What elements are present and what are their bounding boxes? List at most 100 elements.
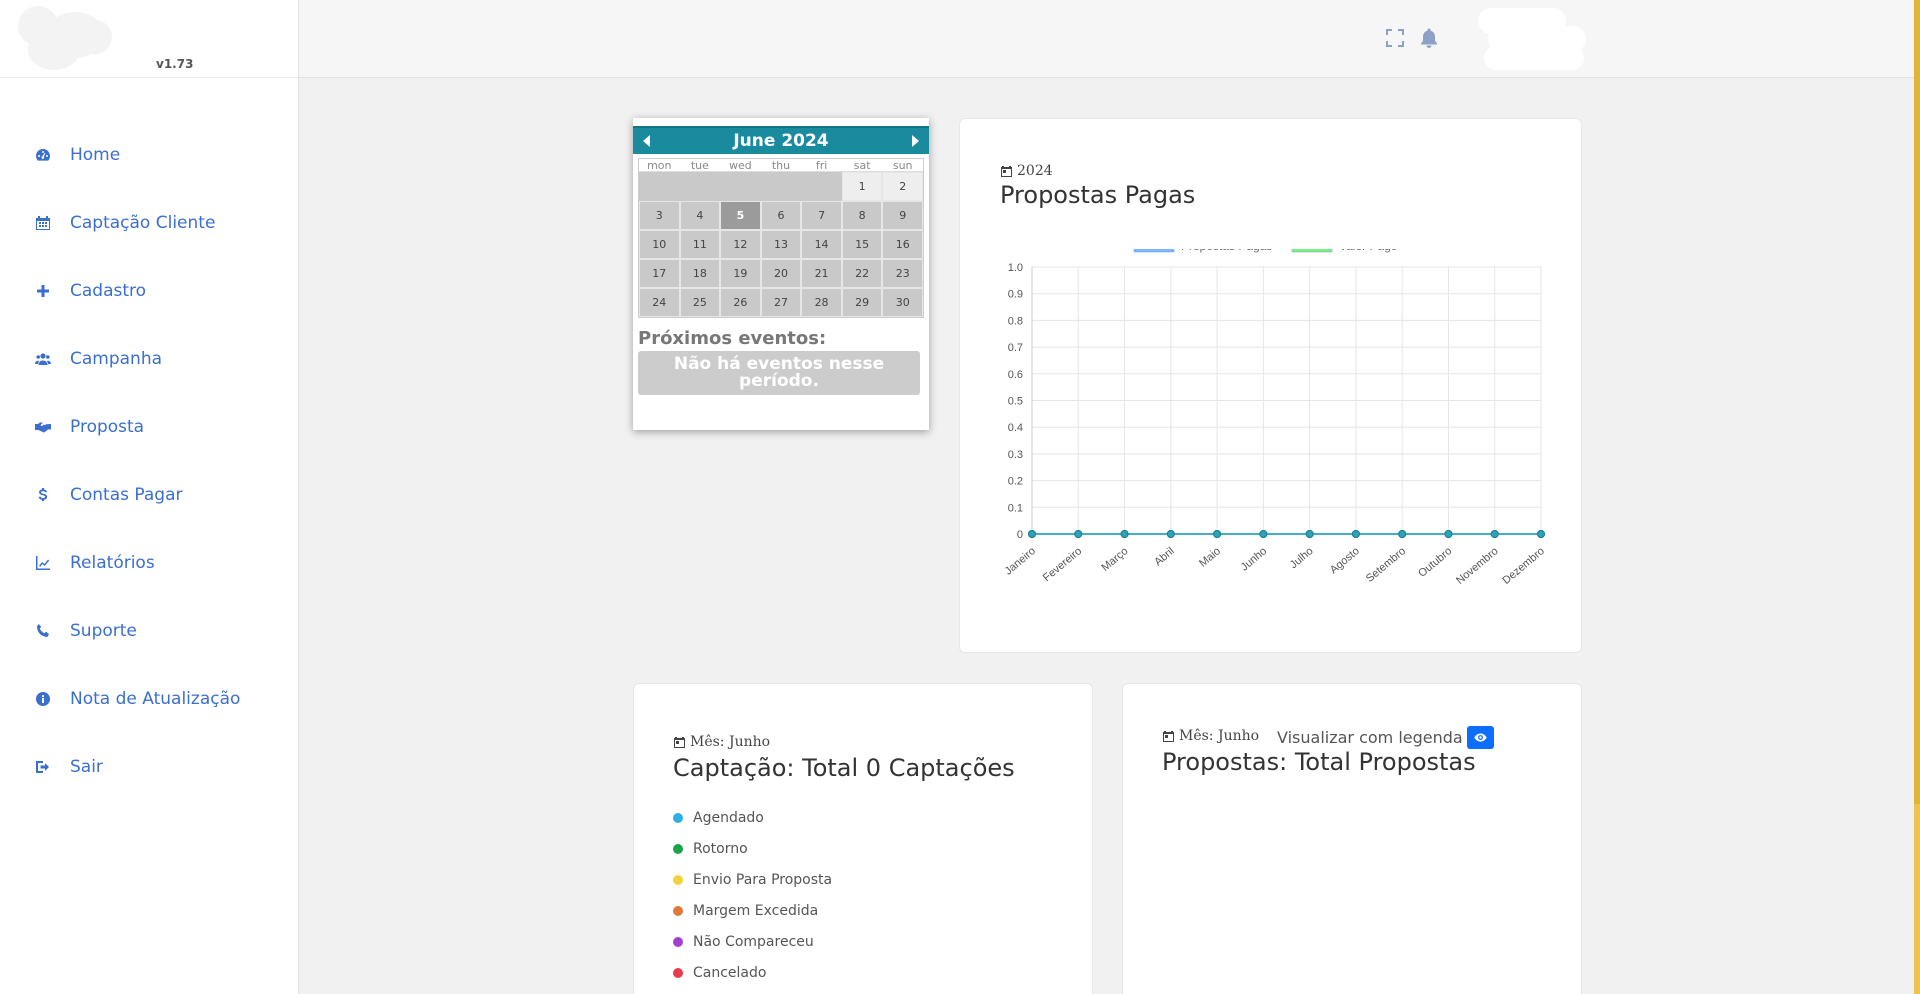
fullscreen-icon[interactable] [1384,27,1406,49]
calendar-day[interactable]: 3 [639,201,680,230]
weekday-label: sun [892,159,913,172]
calendar-day[interactable]: 4 [679,201,721,230]
calendar-day[interactable]: 11 [679,230,721,259]
data-point [1444,530,1453,538]
sidebar-item-suporte[interactable]: Suporte [0,597,298,665]
next-month-icon[interactable] [911,135,919,147]
calendar-day[interactable]: 22 [841,259,883,288]
view-legend-button[interactable] [1466,726,1494,749]
calendar-day[interactable]: 1 [841,172,883,201]
calendar-day[interactable]: 24 [639,288,680,317]
phone-icon [34,622,52,640]
calendar-day[interactable]: 26 [720,288,761,317]
calendar-day[interactable]: 6 [760,201,802,230]
sidebar-item-label: Home [70,145,121,165]
x-tick-label: Março [1099,545,1130,574]
version-label: v1.73 [156,57,194,71]
calendar-day[interactable]: 9 [882,201,923,230]
calendar-day[interactable]: 8 [841,201,883,230]
calendar-day[interactable]: 17 [639,259,680,288]
calendar-day[interactable]: 16 [882,230,923,259]
data-point [1537,530,1545,538]
calendar-day[interactable]: 23 [882,259,923,288]
y-tick-label: 0.5 [1008,396,1023,408]
x-tick-label: Novembro [1454,545,1501,587]
month-text: Mês: Junho [1179,728,1260,744]
status-label: Cancelado [693,964,767,981]
y-tick-label: 0.7 [1008,342,1023,354]
y-tick-label: 0 [1017,529,1023,541]
weekday-label: tue [690,159,709,172]
calendar-day[interactable]: 20 [760,259,802,288]
sidebar-item-nota-atualizacao[interactable]: Nota de Atualização [0,665,298,733]
calendar-day[interactable]: 29 [841,288,883,317]
sidebar-item-campanha[interactable]: Campanha [0,325,298,393]
calendar-day[interactable]: 18 [679,259,721,288]
calendar-day[interactable]: 15 [841,230,883,259]
top-bar [299,0,1920,78]
scrollbar-thumb[interactable] [1914,0,1920,804]
x-tick-label: Fevereiro [1041,545,1084,584]
sidebar-item-sair[interactable]: Sair [0,733,298,801]
calendar-day[interactable]: 25 [679,288,721,317]
data-point [1351,530,1360,538]
x-tick-label: Setembro [1364,545,1408,585]
month-label: Mês: Junho [1162,728,1259,744]
calendar-day[interactable]: 13 [760,230,802,259]
year-text: 2024 [1017,163,1053,179]
line-chart-icon [34,554,52,572]
x-tick-label: Junho [1239,545,1270,573]
calendar-day[interactable]: 19 [720,259,761,288]
data-point [1398,530,1407,538]
status-label: Não Compareceu [693,933,814,950]
calendar-day[interactable]: 10 [639,230,680,259]
y-tick-label: 1.0 [1008,262,1023,274]
x-tick-label: Agosto [1328,545,1362,576]
calendar-widget: June 2024 mon tue wed thu fri sat sun 12345678… [633,118,929,430]
data-point [1305,530,1314,538]
sidebar-item-relatorios[interactable]: Relatórios [0,529,298,597]
calendar-day[interactable]: 28 [801,288,842,317]
status-label: Agendado [693,809,764,826]
sidebar-item-label: Campanha [70,349,163,369]
sidebar: v1.73 Home Captação Cliente Cadastro Cam… [0,0,299,994]
x-tick-label: Julho [1288,545,1316,571]
sidebar-item-label: Sair [70,757,103,777]
propostas-card: Mês: Junho Visualizar com legenda Propos… [1122,683,1582,994]
calendar-header: June 2024 [633,126,929,154]
month-label: Mês: Junho [673,734,770,750]
prev-month-icon[interactable] [643,135,650,147]
legend-toggle-label: Visualizar com legenda [1277,728,1463,747]
scrollbar-track[interactable] [1914,0,1920,994]
status-label: Envio Para Proposta [693,871,833,888]
sidebar-item-label: Nota de Atualização [70,689,241,709]
sidebar-item-cadastro[interactable]: Cadastro [0,257,298,325]
calendar-grid: mon tue wed thu fri sat sun 1 2 3 4 5 6 7 8 9 10 11 12 13 1… [638,158,924,318]
sidebar-item-captacao-cliente[interactable]: Captação Cliente [0,189,298,257]
legend-label: Propostas Pagas [1181,249,1272,253]
sidebar-item-label: Cadastro [70,281,147,301]
weekday-row: mon tue wed thu fri sat sun [639,159,923,172]
calendar-day[interactable]: 12 [720,230,761,259]
x-tick-label: Abril [1152,545,1177,568]
dollar-icon [34,486,52,504]
sidebar-item-proposta[interactable]: Proposta [0,393,298,461]
status-color-dot [673,874,683,885]
calendar-days: 1 2 3 4 5 6 7 8 9 10 11 12 13 14 15 16 17 18 19 20 21 22 23 24 2… [639,172,923,317]
calendar-day[interactable]: 30 [882,288,923,317]
calendar-day[interactable]: 7 [801,201,842,230]
calendar-day[interactable]: 2 [882,172,923,201]
bell-icon[interactable] [1418,27,1440,49]
calendar-day[interactable]: 21 [801,259,842,288]
sidebar-item-contas-pagar[interactable]: Contas Pagar [0,461,298,529]
company-logo[interactable] [18,6,112,70]
calendar-day[interactable]: 14 [801,230,842,259]
sign-out-icon [34,758,52,776]
sidebar-item-home[interactable]: Home [0,121,298,189]
calendar-day-today[interactable]: 5 [720,201,761,230]
sidebar-item-label: Contas Pagar [70,485,183,505]
y-tick-label: 0.6 [1008,369,1023,381]
user-avatar[interactable] [1478,8,1588,72]
status-legend-item: Rotorno [673,833,832,864]
calendar-day[interactable]: 27 [760,288,802,317]
